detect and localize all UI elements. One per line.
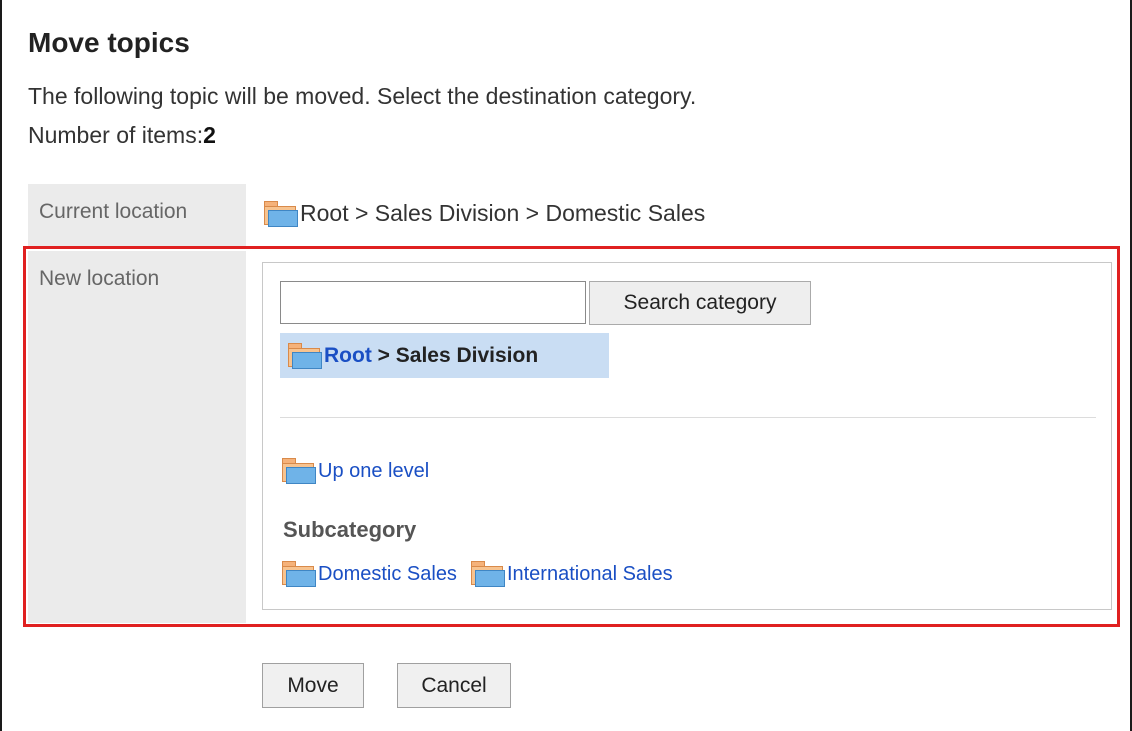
move-button[interactable]: Move (262, 663, 364, 708)
item-count: Number of items:2 (28, 122, 216, 149)
page-description: The following topic will be moved. Selec… (28, 83, 697, 109)
current-location-text: Root > Sales Division > Domestic Sales (300, 200, 706, 226)
folder-icon (264, 200, 298, 227)
cancel-button[interactable]: Cancel (397, 663, 511, 708)
page-title: Move topics (28, 27, 190, 58)
item-count-value: 2 (203, 122, 216, 148)
current-location-label: Current location (28, 184, 246, 246)
new-location-highlight (23, 246, 1120, 627)
item-count-label: Number of items: (28, 122, 204, 148)
current-location-path: Root > Sales Division > Domestic Sales (264, 200, 705, 227)
window-border-left (0, 0, 2, 731)
